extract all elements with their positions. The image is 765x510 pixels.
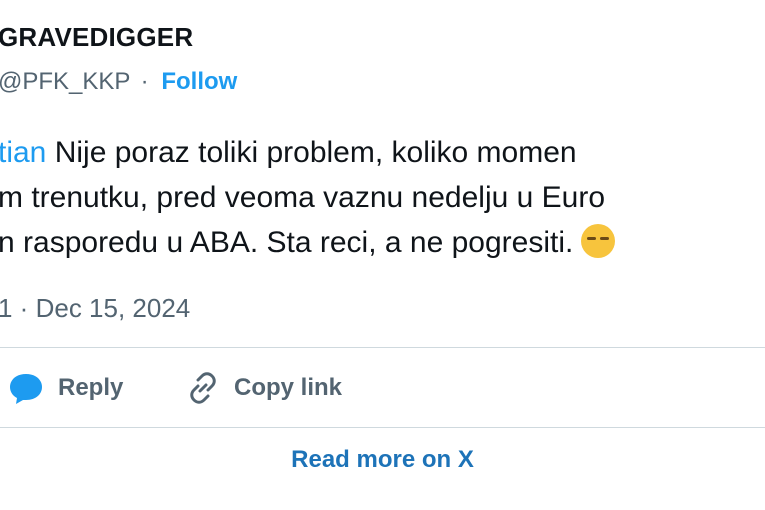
tweet-line-3: n rasporedu u ABA. Sta reci, a ne pogres… [0, 220, 616, 265]
tweet-line-1-text: Nije poraz toliki problem, koliko momen [46, 136, 577, 169]
speech-bubble-icon [10, 374, 42, 404]
face-with-tears-emoji-icon [581, 224, 616, 258]
divider-bottom [0, 427, 765, 428]
copy-link-label: Copy link [234, 374, 343, 401]
read-more-link[interactable]: Read more on X [0, 440, 765, 480]
link-icon [190, 372, 216, 404]
action-bar: Reply Copy link [0, 365, 765, 411]
follow-button[interactable]: Follow [161, 68, 237, 95]
handle-row: @PFK_KKP · Follow [0, 68, 237, 96]
timestamp-prefix: 1 · [0, 293, 36, 323]
tweet-line-1: tian Nije poraz toliki problem, koliko m… [0, 130, 615, 175]
reply-button[interactable]: Reply [8, 365, 123, 411]
timestamp[interactable]: Dec 15, 2024 [36, 293, 191, 323]
tweet-line-2: m trenutku, pred veoma vaznu nedelju u E… [0, 181, 606, 214]
copy-link-button[interactable]: Copy link [186, 365, 342, 411]
user-handle[interactable]: @PFK_KKP [0, 68, 130, 95]
timestamp-row: 1 · Dec 15, 2024 [0, 293, 190, 324]
tweet-line-3-text: n rasporedu u ABA. Sta reci, a ne pogres… [0, 226, 574, 259]
tweet-text: tian Nije poraz toliki problem, koliko m… [0, 130, 616, 265]
separator-dot: · [140, 68, 149, 95]
display-name[interactable]: GRAVEDIGGER [0, 22, 193, 53]
mention-link[interactable]: tian [0, 136, 46, 169]
divider-top [0, 347, 765, 348]
reply-label: Reply [58, 374, 124, 401]
